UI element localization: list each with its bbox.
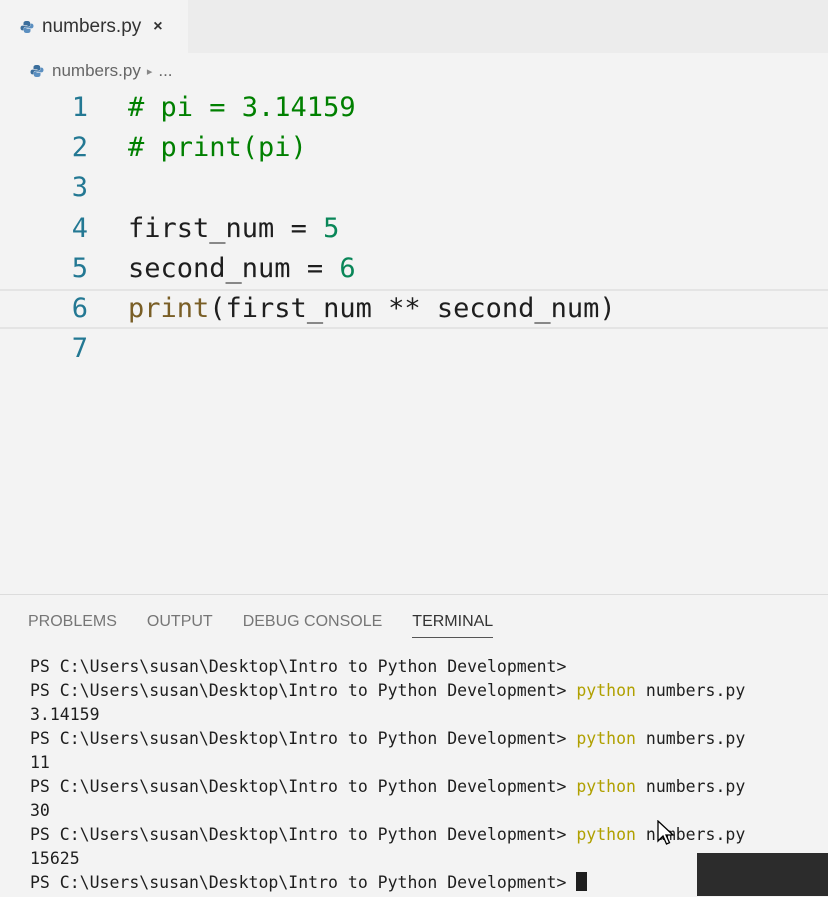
terminal-line: PS C:\Users\susan\Desktop\Intro to Pytho… bbox=[30, 871, 745, 895]
video-overlay bbox=[697, 853, 828, 896]
tab-numbers-py[interactable]: numbers.py × bbox=[0, 0, 188, 53]
chevron-right-icon: ▸ bbox=[146, 65, 153, 78]
code-statement: second_num = 6 bbox=[128, 249, 356, 289]
line-number: 3 bbox=[71, 172, 88, 203]
editor-tab-bar: numbers.py × bbox=[0, 0, 828, 53]
line-number: 4 bbox=[71, 213, 88, 244]
terminal-line: PS C:\Users\susan\Desktop\Intro to Pytho… bbox=[30, 727, 745, 751]
number-literal: 6 bbox=[339, 253, 356, 284]
terminal-line: 15625 bbox=[30, 847, 745, 871]
tab-output[interactable]: OUTPUT bbox=[147, 613, 213, 638]
code-comment: # print(pi) bbox=[128, 132, 307, 163]
terminal-result: 3.14159 bbox=[30, 705, 100, 724]
code-line[interactable]: 4 first_num = 5 bbox=[0, 209, 828, 249]
tab-filename: numbers.py bbox=[42, 15, 142, 37]
breadcrumb-more[interactable]: ... bbox=[158, 61, 172, 81]
close-icon[interactable]: × bbox=[153, 18, 162, 36]
breadcrumb-filename[interactable]: numbers.py bbox=[52, 61, 141, 81]
terminal-command: python bbox=[576, 777, 636, 796]
function-args: (first_num ** second_num) bbox=[209, 293, 616, 324]
code-line-current[interactable]: 6 print(first_num ** second_num) bbox=[0, 289, 828, 329]
terminal-cursor bbox=[576, 872, 588, 891]
line-number: 2 bbox=[71, 132, 88, 163]
terminal-command: python bbox=[576, 729, 636, 748]
terminal-output[interactable]: PS C:\Users\susan\Desktop\Intro to Pytho… bbox=[30, 655, 745, 895]
terminal-result: 11 bbox=[30, 753, 50, 772]
terminal-arg: numbers.py bbox=[645, 777, 746, 796]
code-line[interactable]: 5 second_num = 6 bbox=[0, 249, 828, 289]
code-line[interactable]: 7 bbox=[0, 329, 828, 369]
terminal-line: PS C:\Users\susan\Desktop\Intro to Pytho… bbox=[30, 655, 745, 679]
terminal-prompt: PS C:\Users\susan\Desktop\Intro to Pytho… bbox=[30, 873, 567, 892]
line-number: 7 bbox=[71, 333, 88, 364]
terminal-result: 15625 bbox=[30, 849, 80, 868]
function-name: print bbox=[128, 293, 210, 324]
terminal-line: 3.14159 bbox=[30, 703, 745, 727]
code-line[interactable]: 3 bbox=[0, 168, 828, 208]
terminal-arg: numbers.py bbox=[645, 729, 746, 748]
mouse-pointer-icon bbox=[657, 820, 675, 845]
code-comment: # pi = 3.14159 bbox=[128, 92, 356, 123]
code-editor[interactable]: 1 # pi = 3.14159 2 # print(pi) 3 4 first… bbox=[0, 88, 828, 388]
python-file-icon bbox=[20, 20, 34, 34]
code-statement: first_num = 5 bbox=[128, 209, 339, 249]
code-line[interactable]: 2 # print(pi) bbox=[0, 128, 828, 168]
breadcrumb: numbers.py ▸ ... bbox=[30, 58, 173, 84]
operator: = bbox=[290, 253, 340, 284]
terminal-command: python bbox=[576, 681, 636, 700]
tab-problems[interactable]: PROBLEMS bbox=[28, 613, 117, 638]
panel-tabs: PROBLEMS OUTPUT DEBUG CONSOLE TERMINAL bbox=[28, 613, 523, 638]
line-number: 5 bbox=[71, 253, 88, 284]
bottom-panel: PROBLEMS OUTPUT DEBUG CONSOLE TERMINAL P… bbox=[0, 594, 828, 897]
terminal-line: PS C:\Users\susan\Desktop\Intro to Pytho… bbox=[30, 679, 745, 703]
terminal-line: 11 bbox=[30, 751, 745, 775]
terminal-prompt: PS C:\Users\susan\Desktop\Intro to Pytho… bbox=[30, 825, 567, 844]
operator: = bbox=[274, 213, 324, 244]
variable-name: second_num bbox=[128, 253, 291, 284]
terminal-line: 30 bbox=[30, 799, 745, 823]
code-line[interactable]: 1 # pi = 3.14159 bbox=[0, 88, 828, 128]
terminal-command: python bbox=[576, 825, 636, 844]
terminal-prompt: PS C:\Users\susan\Desktop\Intro to Pytho… bbox=[30, 681, 567, 700]
terminal-prompt: PS C:\Users\susan\Desktop\Intro to Pytho… bbox=[30, 657, 567, 676]
tab-terminal[interactable]: TERMINAL bbox=[412, 613, 494, 638]
terminal-prompt: PS C:\Users\susan\Desktop\Intro to Pytho… bbox=[30, 777, 567, 796]
terminal-result: 30 bbox=[30, 801, 50, 820]
terminal-arg: numbers.py bbox=[645, 681, 746, 700]
line-number: 6 bbox=[71, 293, 88, 324]
terminal-prompt: PS C:\Users\susan\Desktop\Intro to Pytho… bbox=[30, 729, 567, 748]
terminal-line: PS C:\Users\susan\Desktop\Intro to Pytho… bbox=[30, 775, 745, 799]
terminal-line: PS C:\Users\susan\Desktop\Intro to Pytho… bbox=[30, 823, 745, 847]
line-number: 1 bbox=[71, 92, 88, 123]
number-literal: 5 bbox=[323, 213, 340, 244]
variable-name: first_num bbox=[128, 213, 275, 244]
tab-debug-console[interactable]: DEBUG CONSOLE bbox=[243, 613, 383, 638]
code-statement: print(first_num ** second_num) bbox=[128, 291, 616, 327]
python-file-icon bbox=[30, 64, 44, 78]
